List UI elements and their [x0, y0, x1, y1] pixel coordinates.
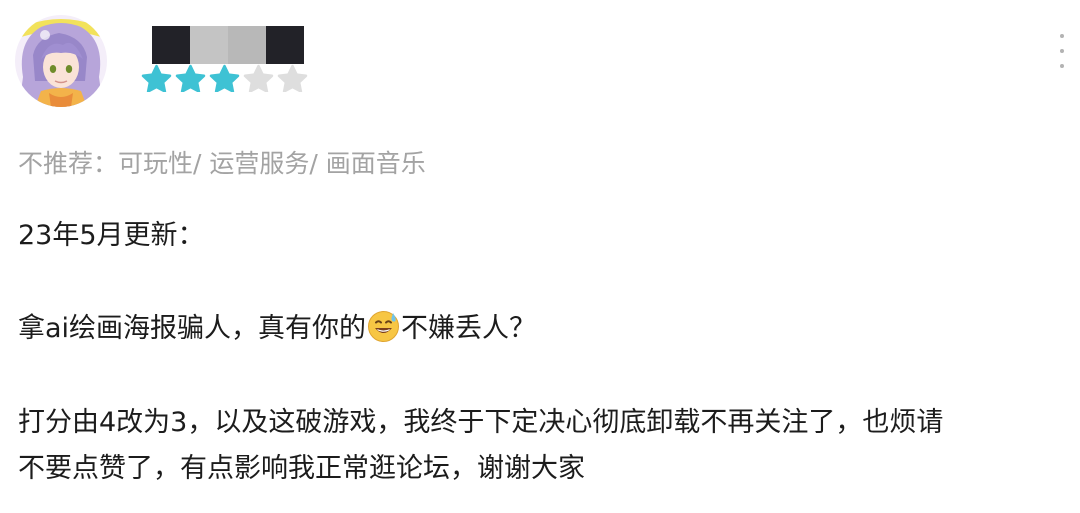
review-line-2: 打分由4改为3，以及这破游戏，我终于下定决心彻底卸载不再关注了，也烦请: [18, 407, 944, 438]
not-recommended-tags: 不推荐：可玩性/ 运营服务/ 画面音乐: [18, 144, 426, 180]
star-filled-icon: [209, 64, 240, 92]
not-recommended-items: 可玩性/ 运营服务/ 画面音乐: [118, 149, 426, 178]
sweat-smile-emoji-icon: [367, 310, 400, 343]
review-line-3: 不要点赞了，有点影响我正常逛论坛，谢谢大家: [18, 453, 585, 484]
more-dot: [1060, 64, 1064, 68]
star-empty-icon: [277, 64, 308, 92]
redacted-block: [228, 26, 266, 64]
redacted-block: [152, 26, 190, 64]
not-recommended-label: 不推荐：: [18, 149, 119, 178]
avatar-image: [15, 15, 107, 107]
redacted-block: [190, 26, 228, 64]
star-filled-icon: [175, 64, 206, 92]
more-dot: [1060, 34, 1064, 38]
redacted-username: [152, 26, 304, 64]
redacted-block: [266, 26, 304, 64]
review-line-1-end: 不嫌丢人？: [401, 313, 537, 344]
more-options-icon[interactable]: [1056, 34, 1068, 68]
more-dot: [1060, 49, 1064, 53]
star-filled-icon: [141, 64, 172, 92]
star-empty-icon: [243, 64, 274, 92]
review-card: 不推荐：可玩性/ 运营服务/ 画面音乐 23年5月更新： 拿ai绘画海报骗人，真…: [0, 0, 1080, 513]
review-line-1-start: 拿ai绘画海报骗人，真有你的: [18, 313, 367, 344]
update-heading: 23年5月更新：: [18, 220, 205, 251]
review-line-1: 拿ai绘画海报骗人，真有你的 不嫌丢人？: [18, 306, 536, 345]
star-rating: [140, 64, 309, 92]
avatar[interactable]: [15, 15, 107, 107]
